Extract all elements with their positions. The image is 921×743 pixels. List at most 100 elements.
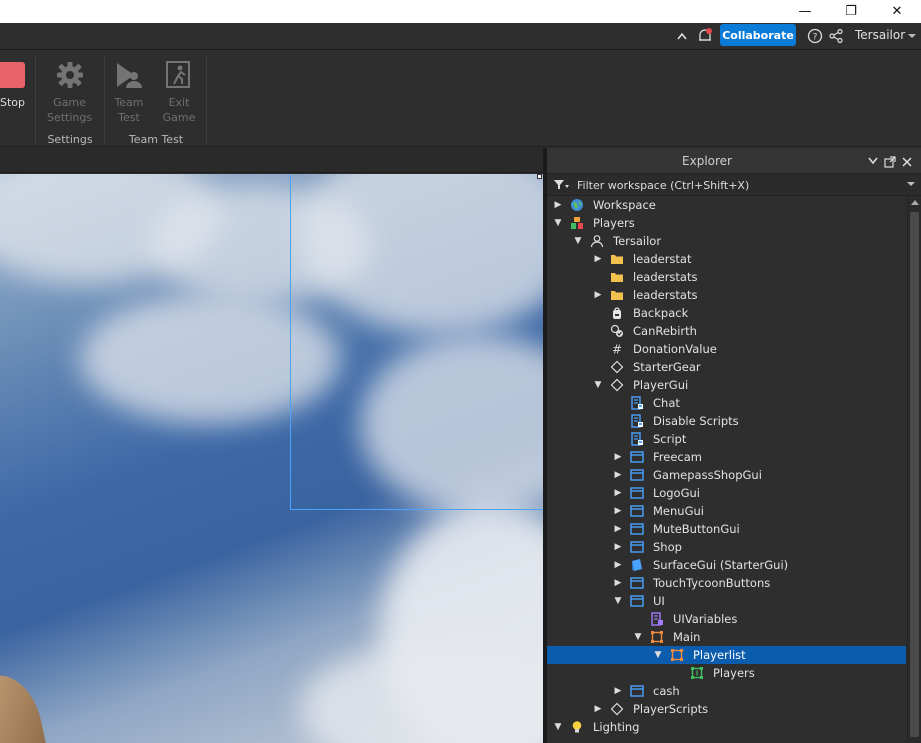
explorer-item[interactable]: Players [547,664,906,682]
expand-arrow-icon[interactable]: ▶ [613,451,623,463]
scrollbar-thumb[interactable] [910,212,919,737]
stop-button[interactable]: Stop [0,95,25,110]
minimize-button[interactable]: — [782,0,828,23]
expand-arrow-icon[interactable]: ▶ [593,703,603,715]
explorer-header: Explorer [547,148,921,174]
expand-arrow-icon[interactable]: ▶ [613,523,623,535]
expand-arrow-icon[interactable]: ▶ [613,541,623,553]
explorer-item-label: Freecam [653,450,702,464]
explorer-item[interactable]: # DonationValue [547,340,906,358]
collapse-arrow-icon[interactable]: ▼ [573,235,583,247]
expand-arrow-icon[interactable]: ▶ [613,487,623,499]
user-menu[interactable]: Tersailor [855,28,905,42]
expand-arrow-icon[interactable]: ▶ [613,559,623,571]
restore-button[interactable]: ❐ [828,0,874,23]
collapse-arrow-icon[interactable]: ▼ [653,649,663,661]
close-icon[interactable] [902,157,912,167]
explorer-item-label: PlayerGui [633,378,689,392]
selection-handle[interactable] [537,174,542,179]
collapse-arrow-icon[interactable]: ▼ [613,595,623,607]
bool-value-icon [610,324,624,338]
explorer-item[interactable]: Chat [547,394,906,412]
stop-icon[interactable] [0,62,25,88]
explorer-item[interactable]: Script [547,430,906,448]
chevron-down-icon[interactable] [868,157,878,165]
game-settings-button[interactable]: Game Settings [42,95,97,125]
explorer-item[interactable]: StarterGear [547,358,906,376]
collaborate-button[interactable]: Collaborate [720,24,796,46]
explorer-item[interactable]: ▶ leaderstats [547,286,906,304]
scroll-up-arrow-icon[interactable] [911,200,919,205]
explorer-scrollbar[interactable] [907,196,921,743]
undock-icon[interactable] [884,156,896,168]
explorer-item[interactable]: ▶ Freecam [547,448,906,466]
explorer-item[interactable]: ▶ Shop [547,538,906,556]
explorer-item[interactable]: ▶ PlayerScripts [547,700,906,718]
frame-icon [650,630,664,644]
team-test-button[interactable]: Team Test [108,95,150,125]
frame-icon [670,648,684,662]
user-menu-chevron-down-icon[interactable] [907,33,917,39]
local-script-icon [630,432,644,446]
explorer-item[interactable]: ▼ Players [547,214,906,232]
explorer-item[interactable]: Disable Scripts [547,412,906,430]
explorer-item[interactable]: ▼ UI [547,592,906,610]
expand-arrow-icon[interactable]: ▶ [593,253,603,265]
explorer-item[interactable]: ▼ Playerlist [547,646,906,664]
exit-game-icon[interactable] [165,60,193,90]
number-value-icon: # [610,342,624,357]
game-settings-gear-icon[interactable] [55,60,85,90]
explorer-item[interactable]: ▶ leaderstat [547,250,906,268]
module-script-icon [650,612,664,626]
collapse-ribbon-icon[interactable] [676,31,688,41]
explorer-item[interactable]: Backpack [547,304,906,322]
share-icon[interactable] [828,28,844,44]
explorer-item[interactable]: ▶ cash [547,682,906,700]
explorer-item[interactable]: ▶ GamepassShopGui [547,466,906,484]
notification-bell-icon[interactable] [697,27,713,45]
scrolling-frame-icon [690,666,704,680]
explorer-item[interactable]: ▼ Main [547,628,906,646]
explorer-item[interactable]: ▼ Lighting [547,718,906,736]
explorer-item-label: Main [673,630,701,644]
explorer-item[interactable]: ▶ SurfaceGui (StarterGui) [547,556,906,574]
explorer-item-label: MuteButtonGui [653,522,740,536]
expand-arrow-icon[interactable]: ▶ [613,505,623,517]
explorer-item[interactable]: ▶ Workspace [547,196,906,214]
expand-arrow-icon[interactable]: ▶ [613,469,623,481]
expand-arrow-icon[interactable]: ▶ [613,577,623,589]
3d-viewport[interactable] [0,174,543,743]
collapse-arrow-icon[interactable]: ▼ [593,379,603,391]
explorer-item[interactable]: ▶ LogoGui [547,484,906,502]
explorer-item[interactable]: leaderstats [547,268,906,286]
minimize-icon: — [798,4,812,19]
terrain-part[interactable] [0,668,49,743]
svg-text:#: # [612,343,622,357]
folder-icon [610,288,624,302]
team-test-icon[interactable] [114,60,144,90]
explorer-item-label: Players [713,666,755,680]
help-icon[interactable]: ? [807,28,823,44]
explorer-item[interactable]: ▼ Tersailor [547,232,906,250]
ribbon-separator [206,56,207,144]
explorer-item[interactable]: CanRebirth [547,322,906,340]
explorer-item[interactable]: UIVariables [547,610,906,628]
explorer-item-label: Workspace [593,198,656,212]
sky-cloud [300,644,543,743]
expand-arrow-icon[interactable]: ▶ [613,685,623,697]
expand-arrow-icon[interactable]: ▶ [593,289,603,301]
explorer-item[interactable]: ▶ TouchTycoonButtons [547,574,906,592]
ribbon-toolbar: Stop Game Settings Settings Team Test Ex… [0,50,921,147]
explorer-item[interactable]: ▼ PlayerGui [547,376,906,394]
filter-icon[interactable] [554,180,570,190]
explorer-item[interactable]: ▶ MenuGui [547,502,906,520]
explorer-item[interactable]: ▶ MuteButtonGui [547,520,906,538]
collapse-arrow-icon[interactable]: ▼ [553,217,563,229]
collapse-arrow-icon[interactable]: ▼ [633,631,643,643]
exit-game-button[interactable]: Exit Game [158,95,200,125]
filter-dropdown-chevron-icon[interactable] [907,182,915,187]
expand-arrow-icon[interactable]: ▶ [553,199,563,211]
collapse-arrow-icon[interactable]: ▼ [553,721,563,733]
explorer-filter-input[interactable] [577,177,897,193]
close-window-button[interactable]: ✕ [874,0,920,23]
